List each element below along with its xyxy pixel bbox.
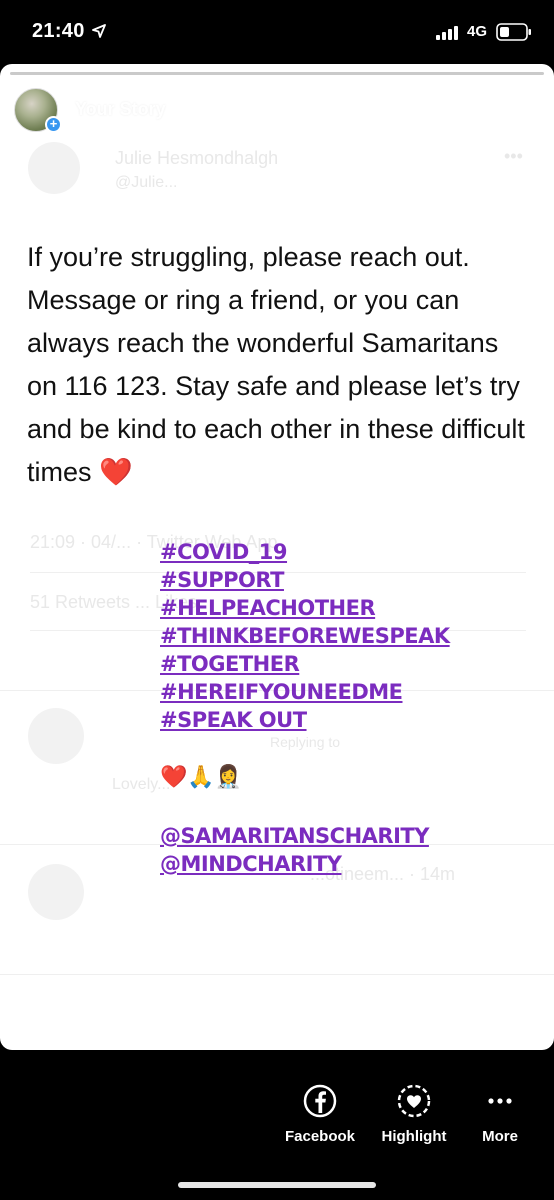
hashtag[interactable]: #HEREIFYOUNEEDME: [160, 678, 450, 706]
hashtag[interactable]: #HELPEACHOTHER: [160, 594, 450, 622]
hashtag[interactable]: #THINKBEFOREWESPEAK: [160, 622, 450, 650]
faded-divider: [0, 974, 554, 975]
faded-tweet-author: Julie Hesmondhalgh: [115, 148, 279, 168]
home-indicator[interactable]: [178, 1182, 376, 1188]
facebook-label: Facebook: [284, 1128, 356, 1145]
hashtag[interactable]: #SUPPORT: [160, 566, 450, 594]
highlight-button[interactable]: Highlight: [376, 1084, 452, 1145]
story-card[interactable]: Julie Hesmondhalgh @Julie... ••• 21:09 ·…: [0, 64, 554, 1050]
story-progress-bar: [10, 72, 544, 75]
more-label: More: [482, 1128, 518, 1145]
status-bar: 21:40 4G: [0, 0, 554, 64]
hashtag[interactable]: #TOGETHER: [160, 650, 450, 678]
hashtag[interactable]: #SPEAK OUT: [160, 706, 450, 734]
emoji-sticker: ❤️🙏👩‍⚕️: [160, 764, 243, 789]
facebook-icon: [303, 1084, 337, 1118]
heart-emoji: ❤️: [99, 457, 133, 487]
more-button[interactable]: More: [474, 1084, 526, 1145]
story-age: 12s: [180, 100, 208, 119]
story-title[interactable]: Your Story: [75, 99, 166, 120]
facebook-button[interactable]: Facebook: [279, 1084, 361, 1145]
location-arrow-icon: [92, 24, 106, 38]
network-type: 4G: [467, 23, 488, 40]
highlight-heart-icon: [397, 1084, 431, 1118]
battery-icon: [496, 23, 531, 41]
mention[interactable]: @SAMARITANSCHARITY: [160, 822, 429, 850]
story-actions-bar: Facebook Highlight More: [0, 1050, 554, 1200]
more-dots-icon: [488, 1098, 512, 1104]
hashtag[interactable]: #COVID_19: [160, 538, 450, 566]
faded-tweet-handle: @Julie...: [115, 174, 178, 191]
tweet-body: If you’re struggling, please reach out. …: [27, 242, 525, 487]
cellular-signal-icon: [436, 26, 458, 40]
highlight-label: Highlight: [381, 1128, 447, 1145]
faded-reply-avatar: [28, 708, 84, 764]
mention[interactable]: @MINDCHARITY: [160, 850, 429, 878]
close-icon[interactable]: [510, 94, 544, 128]
faded-reply-avatar: [28, 864, 84, 920]
tweet-text: If you’re struggling, please reach out. …: [27, 236, 527, 494]
add-story-plus-icon[interactable]: +: [45, 116, 62, 133]
clock: 21:40: [32, 20, 85, 42]
hashtag-list: #COVID_19 #SUPPORT #HELPEACHOTHER #THINK…: [160, 538, 450, 734]
mention-list: @SAMARITANSCHARITY @MINDCHARITY: [160, 822, 429, 878]
faded-reply-label: Replying to: [270, 734, 341, 750]
faded-more-icon: •••: [504, 146, 523, 166]
faded-tweet-avatar: [28, 142, 80, 194]
